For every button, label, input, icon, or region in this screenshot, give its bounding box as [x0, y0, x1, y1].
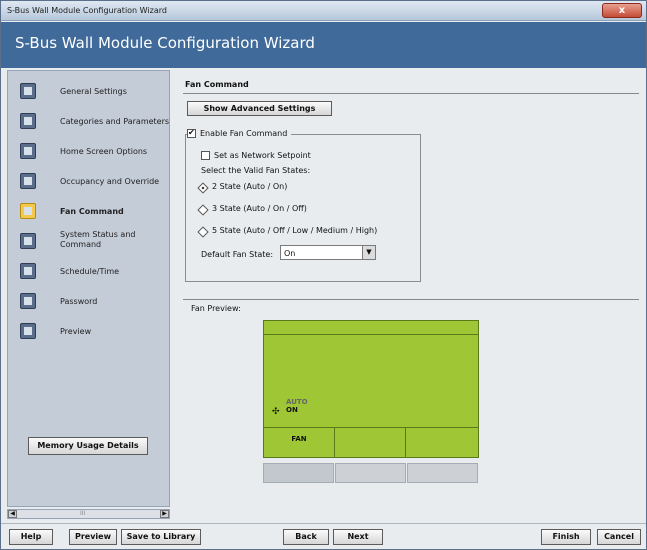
finish-button[interactable]: Finish	[541, 529, 591, 545]
content-panel: Fan Command Show Advanced Settings Enabl…	[179, 70, 641, 521]
footer-divider	[1, 523, 646, 524]
fan-preview-label: Fan Preview:	[191, 304, 241, 313]
sidebar-item-label: Categories and Parameters	[60, 117, 170, 126]
preview-button[interactable]: Preview	[69, 529, 117, 545]
sidebar-item-label: Password	[60, 297, 98, 306]
sidebar-item-schedule[interactable]: Schedule/Time	[8, 257, 169, 285]
preview-fan-softkey: FAN	[264, 428, 335, 458]
enable-fan-command-checkbox[interactable]	[187, 128, 196, 138]
cancel-button[interactable]: Cancel	[597, 529, 641, 545]
settings-icon	[20, 83, 36, 99]
fan-icon	[20, 203, 36, 219]
preview-auto-text: AUTO	[286, 398, 308, 406]
memory-usage-button[interactable]: Memory Usage Details	[28, 437, 148, 455]
sidebar-scrollbar[interactable]: ◀ III ▶	[7, 509, 170, 519]
fan-preview-screen: AUTO ✣ ON FAN	[263, 320, 479, 458]
default-fan-state-value: On	[284, 249, 296, 258]
state-2-label: 2 State (Auto / On)	[212, 182, 288, 191]
sidebar: General Settings Categories and Paramete…	[7, 70, 170, 507]
sidebar-item-label: Home Screen Options	[60, 147, 148, 156]
scroll-grip[interactable]: III	[80, 510, 85, 517]
enable-fan-command-label: Enable Fan Command	[200, 129, 288, 138]
scroll-right-icon[interactable]: ▶	[160, 510, 169, 518]
network-setpoint-checkbox[interactable]	[201, 151, 210, 160]
state-3-label: 3 State (Auto / On / Off)	[212, 204, 307, 213]
password-icon	[20, 293, 36, 309]
sidebar-item-password[interactable]: Password	[8, 287, 169, 315]
title-bar: S-Bus Wall Module Configuration Wizard x	[1, 1, 646, 21]
back-button[interactable]: Back	[283, 529, 329, 545]
chevron-down-icon[interactable]: ▼	[362, 246, 375, 259]
section-divider	[183, 93, 639, 94]
home-screen-icon	[20, 143, 36, 159]
sidebar-item-label: Occupancy and Override	[60, 177, 160, 186]
preview-softkey-2	[335, 428, 406, 458]
sidebar-item-label: Schedule/Time	[60, 267, 120, 276]
preview-top-bar	[264, 321, 478, 335]
sidebar-item-fan-command[interactable]: Fan Command	[8, 197, 169, 225]
occupancy-icon	[20, 173, 36, 189]
help-button[interactable]: Help	[9, 529, 53, 545]
preview-on-text: ON	[286, 406, 298, 414]
physical-button-3[interactable]	[407, 463, 478, 483]
wizard-window: S-Bus Wall Module Configuration Wizard x…	[0, 0, 647, 550]
schedule-icon	[20, 263, 36, 279]
sidebar-item-label: Fan Command	[60, 207, 124, 216]
physical-button-2[interactable]	[335, 463, 406, 483]
sidebar-item-label: Preview	[60, 327, 92, 336]
save-to-library-button[interactable]: Save to Library	[121, 529, 201, 545]
window-title: S-Bus Wall Module Configuration Wizard	[7, 6, 167, 15]
physical-button-1[interactable]	[263, 463, 334, 483]
section-title: Fan Command	[185, 80, 249, 89]
sidebar-item-preview[interactable]: Preview	[8, 317, 169, 345]
sidebar-item-home-screen[interactable]: Home Screen Options	[8, 137, 169, 165]
system-status-icon	[20, 233, 36, 249]
sidebar-item-label: General Settings	[60, 87, 127, 96]
wizard-banner: S-Bus Wall Module Configuration Wizard	[1, 22, 646, 68]
show-advanced-settings-button[interactable]: Show Advanced Settings	[187, 101, 332, 116]
fan-icon: ✣	[272, 407, 280, 417]
sidebar-item-system-status[interactable]: System Status and Command	[8, 227, 169, 255]
preview-icon	[20, 323, 36, 339]
preview-softkey-3	[406, 428, 477, 458]
scroll-left-icon[interactable]: ◀	[8, 510, 17, 518]
close-button[interactable]: x	[602, 3, 642, 18]
next-button[interactable]: Next	[333, 529, 383, 545]
preview-button-row: FAN	[264, 427, 478, 458]
preview-divider	[183, 299, 639, 300]
network-setpoint-label: Set as Network Setpoint	[214, 151, 311, 160]
banner-title: S-Bus Wall Module Configuration Wizard	[15, 34, 315, 52]
sidebar-item-occupancy[interactable]: Occupancy and Override	[8, 167, 169, 195]
default-fan-state-select[interactable]: On ▼	[280, 245, 376, 260]
state-5-label: 5 State (Auto / Off / Low / Medium / Hig…	[212, 226, 378, 235]
valid-states-label: Select the Valid Fan States:	[201, 166, 311, 175]
categories-icon	[20, 113, 36, 129]
sidebar-item-label: System Status and Command	[60, 230, 136, 249]
default-fan-state-label: Default Fan State:	[201, 250, 274, 259]
group-legend: Enable Fan Command	[187, 128, 291, 140]
sidebar-item-general-settings[interactable]: General Settings	[8, 77, 169, 105]
sidebar-item-categories[interactable]: Categories and Parameters	[8, 107, 169, 135]
